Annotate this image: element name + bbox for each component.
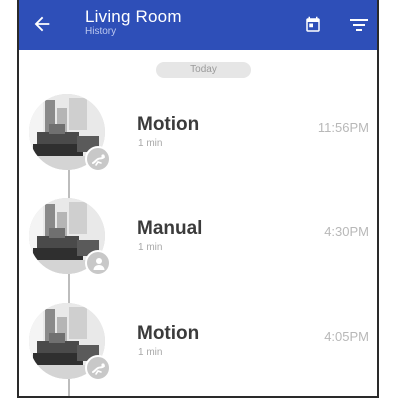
event-type: Motion [137,323,200,344]
title-block: Living Room History [85,7,182,38]
filter-icon[interactable] [350,18,368,32]
event-type: Motion [137,114,200,135]
motion-icon [85,146,111,172]
event-item[interactable]: Motion 1 min 11:56PM [19,94,377,184]
event-item[interactable]: Motion 1 min 4:05PM [19,303,377,393]
event-time: 11:56PM [317,120,369,135]
event-duration: 1 min [138,242,163,253]
event-time: 4:30PM [324,224,369,239]
person-icon [85,250,111,276]
event-duration: 1 min [138,347,163,358]
page-subtitle: History [85,26,117,37]
app-bar: Living Room History [19,0,377,50]
arrow-left-icon[interactable] [31,13,53,35]
event-time: 4:05PM [324,329,369,344]
app-frame: Living Room History Today Motion 1 min 1… [17,0,379,398]
event-duration: 1 min [138,138,163,149]
date-chip: Today [156,62,251,78]
calendar-icon[interactable] [304,16,322,34]
motion-icon [85,355,111,381]
page-title: Living Room [85,7,182,26]
event-item[interactable]: Manual 1 min 4:30PM [19,198,377,288]
event-type: Manual [137,218,203,239]
